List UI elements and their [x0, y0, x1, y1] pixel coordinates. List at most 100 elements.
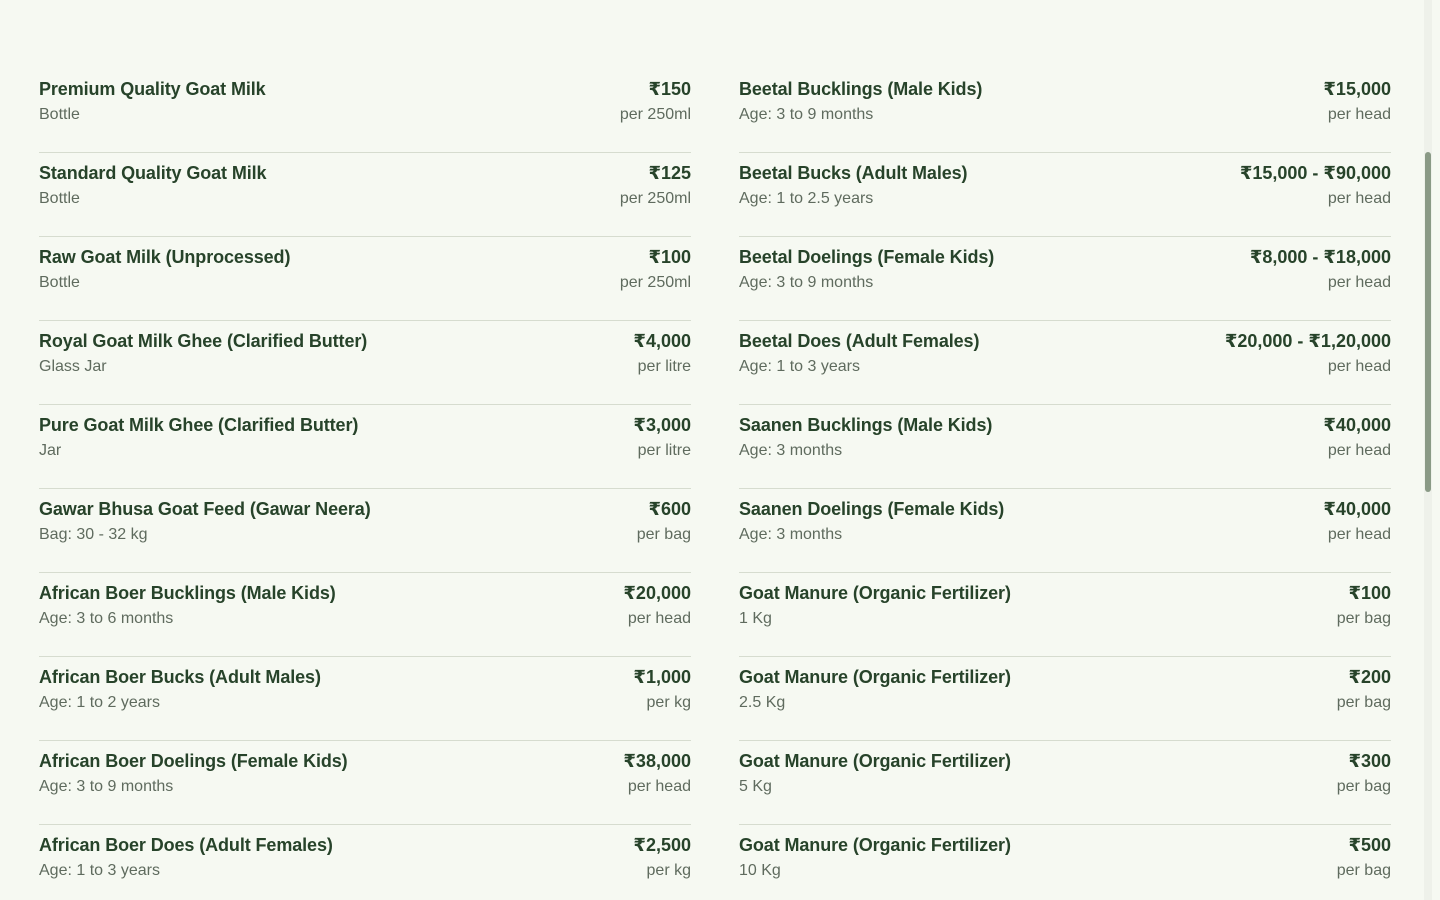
price-unit: per bag [1336, 778, 1391, 795]
item-info: African Boer Bucklings (Male Kids) Age: 3… [39, 581, 336, 630]
product-detail: Age: 3 to 9 months [739, 106, 874, 123]
product-price: ₹100 [1348, 583, 1391, 603]
product-price: ₹15,000 - ₹90,000 [1239, 163, 1391, 183]
product-name: African Boer Doelings (Female Kids) [39, 751, 348, 771]
product-detail: 10 Kg [739, 862, 781, 879]
product-price: ₹40,000 [1323, 499, 1391, 519]
product-name: Saanen Bucklings (Male Kids) [739, 415, 993, 435]
product-name: Goat Manure (Organic Fertilizer) [739, 583, 1011, 603]
item-pricing: ₹3,000 per litre [633, 413, 691, 462]
product-price: ₹200 [1348, 667, 1391, 687]
item-info: Beetal Doelings (Female Kids) Age: 3 to 9… [739, 245, 994, 294]
price-list-item: Goat Manure (Organic Fertilizer) 10 Kg ₹50… [739, 825, 1391, 900]
product-price: ₹500 [1348, 835, 1391, 855]
item-pricing: ₹500 per bag [1337, 833, 1391, 882]
item-pricing: ₹600 per bag [637, 497, 691, 546]
product-price: ₹38,000 [623, 751, 691, 771]
price-unit: per kg [646, 862, 691, 879]
product-price: ₹100 [648, 247, 691, 267]
product-detail: Bag: 30 - 32 kg [39, 526, 148, 543]
scrollbar-thumb[interactable] [1425, 152, 1431, 492]
price-list-item: African Boer Bucklings (Male Kids) Age: 3… [39, 573, 691, 657]
price-unit: per head [1327, 190, 1391, 207]
product-price: ₹40,000 [1323, 415, 1391, 435]
product-name: Pure Goat Milk Ghee (Clarified Butter) [39, 415, 359, 435]
price-unit: per 250ml [619, 106, 691, 123]
item-pricing: ₹4,000 per litre [633, 329, 691, 378]
product-detail: Age: 3 to 9 months [739, 274, 874, 291]
item-pricing: ₹38,000 per head [623, 749, 691, 798]
item-info: Premium Quality Goat Milk Bottle [39, 77, 266, 126]
price-list-item: Premium Quality Goat Milk Bottle ₹150 per 2… [39, 69, 691, 153]
price-list-left-column: Premium Quality Goat Milk Bottle ₹150 per 2… [39, 69, 691, 900]
product-name: Goat Manure (Organic Fertilizer) [739, 835, 1011, 855]
item-pricing: ₹8,000 - ₹18,000 per head [1250, 245, 1391, 294]
product-name: Royal Goat Milk Ghee (Clarified Butter) [39, 331, 368, 351]
product-name: Goat Manure (Organic Fertilizer) [739, 751, 1011, 771]
price-list-item: Pure Goat Milk Ghee (Clarified Butter) Ja… [39, 405, 691, 489]
price-unit: per head [627, 778, 691, 795]
product-detail: Bottle [39, 190, 80, 207]
price-unit: per 250ml [619, 190, 691, 207]
product-price: ₹8,000 - ₹18,000 [1249, 247, 1391, 267]
product-name: Beetal Bucklings (Male Kids) [739, 79, 983, 99]
product-detail: Age: 1 to 3 years [739, 358, 860, 375]
price-list-item: Raw Goat Milk (Unprocessed) Bottle ₹100 per… [39, 237, 691, 321]
price-list-item: Saanen Bucklings (Male Kids) Age: 3 month… [739, 405, 1391, 489]
item-pricing: ₹20,000 per head [623, 581, 691, 630]
item-info: Goat Manure (Organic Fertilizer) 2.5 Kg [739, 665, 1011, 714]
product-detail: 5 Kg [739, 778, 772, 795]
item-pricing: ₹2,500 per kg [633, 833, 691, 882]
item-info: Goat Manure (Organic Fertilizer) 5 Kg [739, 749, 1011, 798]
product-detail: Age: 1 to 2.5 years [739, 190, 874, 207]
product-name: Premium Quality Goat Milk [39, 79, 266, 99]
product-price: ₹1,000 [633, 667, 691, 687]
product-price: ₹125 [648, 163, 691, 183]
product-name: Beetal Bucks (Adult Males) [739, 163, 968, 183]
item-info: Standard Quality Goat Milk Bottle [39, 161, 267, 210]
scrollbar[interactable] [1424, 0, 1432, 900]
item-pricing: ₹40,000 per head [1323, 497, 1391, 546]
product-price: ₹15,000 [1323, 79, 1391, 99]
price-unit: per bag [1336, 862, 1391, 879]
product-detail: Jar [39, 442, 62, 459]
price-unit: per bag [636, 526, 691, 543]
product-price: ₹4,000 [633, 331, 691, 351]
product-price: ₹150 [648, 79, 691, 99]
price-list-item: Gawar Bhusa Goat Feed (Gawar Neera) Bag: … [39, 489, 691, 573]
item-pricing: ₹15,000 per head [1323, 77, 1391, 126]
product-price: ₹20,000 - ₹1,20,000 [1224, 331, 1391, 351]
product-name: Beetal Does (Adult Females) [739, 331, 980, 351]
product-detail: 1 Kg [739, 610, 772, 627]
item-pricing: ₹200 per bag [1337, 665, 1391, 714]
item-info: Beetal Bucklings (Male Kids) Age: 3 to 9 … [739, 77, 982, 126]
product-detail: 2.5 Kg [739, 694, 786, 711]
item-info: Saanen Bucklings (Male Kids) Age: 3 month… [739, 413, 992, 462]
item-info: Goat Manure (Organic Fertilizer) 1 Kg [739, 581, 1011, 630]
price-list-item: Beetal Doelings (Female Kids) Age: 3 to 9… [739, 237, 1391, 321]
price-unit: per head [1327, 358, 1391, 375]
item-info: Raw Goat Milk (Unprocessed) Bottle [39, 245, 290, 294]
price-list-item: Goat Manure (Organic Fertilizer) 2.5 Kg ₹2… [739, 657, 1391, 741]
price-unit: per head [1327, 526, 1391, 543]
price-unit: per bag [1336, 694, 1391, 711]
product-price: ₹300 [1348, 751, 1391, 771]
price-list-item: Goat Manure (Organic Fertilizer) 5 Kg ₹300… [739, 741, 1391, 825]
item-info: Saanen Doelings (Female Kids) Age: 3 mont… [739, 497, 1004, 546]
item-info: Pure Goat Milk Ghee (Clarified Butter) Ja… [39, 413, 358, 462]
product-name: Goat Manure (Organic Fertilizer) [739, 667, 1011, 687]
item-info: African Boer Doelings (Female Kids) Age: … [39, 749, 348, 798]
product-price: ₹20,000 [623, 583, 691, 603]
price-list-item: Saanen Doelings (Female Kids) Age: 3 mont… [739, 489, 1391, 573]
product-price: ₹600 [648, 499, 691, 519]
item-pricing: ₹1,000 per kg [633, 665, 691, 714]
product-detail: Age: 1 to 3 years [39, 862, 160, 879]
product-name: Beetal Doelings (Female Kids) [739, 247, 995, 267]
price-list-item: African Boer Bucks (Adult Males) Age: 1 t… [39, 657, 691, 741]
price-list: Premium Quality Goat Milk Bottle ₹150 per 2… [39, 69, 1391, 900]
product-detail: Age: 3 months [739, 526, 843, 543]
price-unit: per kg [646, 694, 691, 711]
product-price: ₹2,500 [633, 835, 691, 855]
price-unit: per bag [1336, 610, 1391, 627]
product-name: Standard Quality Goat Milk [39, 163, 267, 183]
